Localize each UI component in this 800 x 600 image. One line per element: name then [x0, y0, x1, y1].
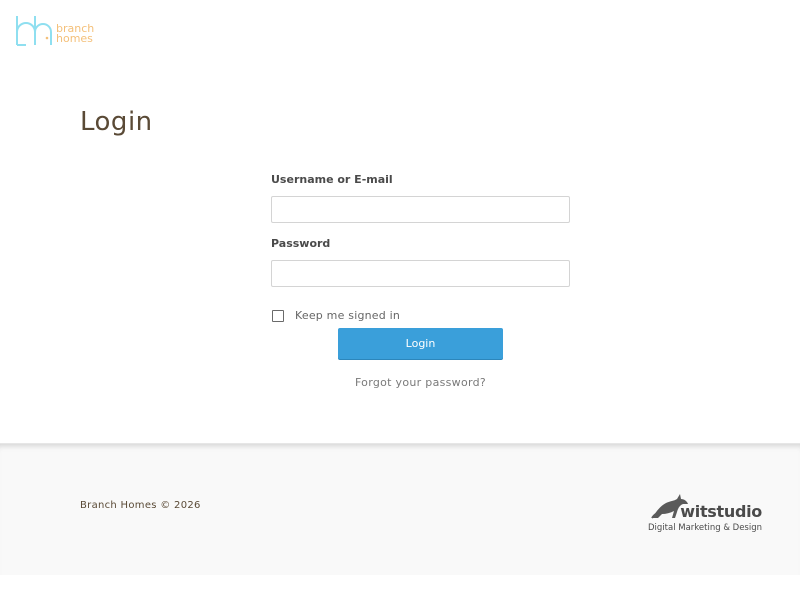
- username-label: Username or E-mail: [271, 173, 393, 186]
- username-input[interactable]: [271, 196, 570, 223]
- logo-wordmark: branch homes: [56, 23, 94, 45]
- login-page: branch homes Login Username or E-mail Pa…: [0, 0, 800, 600]
- forgot-password-link[interactable]: Forgot your password?: [271, 376, 570, 389]
- bh-logo-mark-icon: [16, 16, 52, 46]
- remember-me-checkbox[interactable]: [272, 310, 284, 322]
- credit-brand: witstudio: [680, 502, 762, 521]
- password-input[interactable]: [271, 260, 570, 287]
- password-label: Password: [271, 237, 331, 250]
- credit-tagline: Digital Marketing & Design: [647, 523, 762, 533]
- login-button[interactable]: Login: [338, 328, 503, 359]
- page-bottom-strip: [0, 575, 800, 600]
- copyright-text: Branch Homes © 2026: [80, 500, 201, 511]
- site-logo[interactable]: branch homes: [14, 14, 94, 48]
- page-title: Login: [80, 107, 153, 137]
- logo-line-homes: homes: [56, 32, 93, 45]
- site-footer: Branch Homes © 2026 witstudio Digital Ma…: [0, 443, 800, 576]
- remember-me-label[interactable]: Keep me signed in: [295, 309, 400, 322]
- remember-me[interactable]: Keep me signed in: [272, 308, 400, 322]
